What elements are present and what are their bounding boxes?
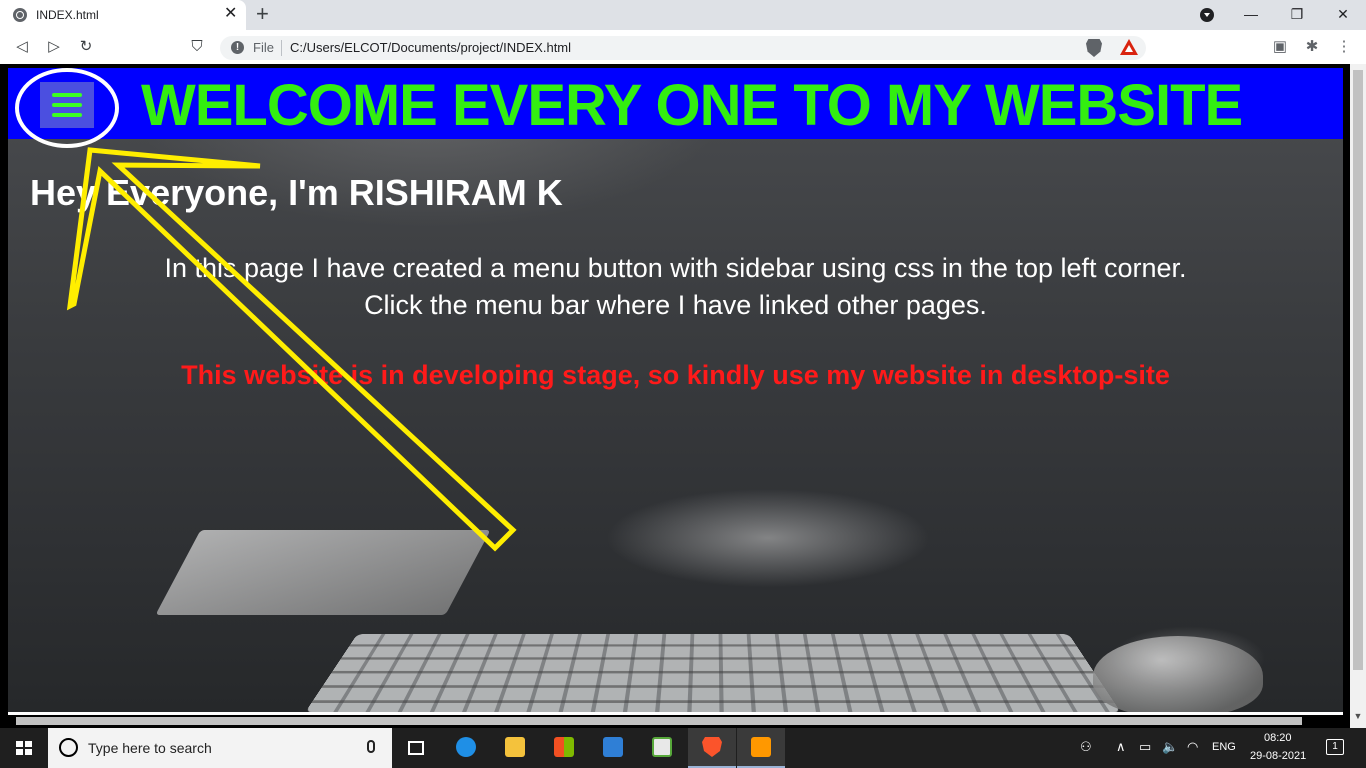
page-viewport: WELCOME EVERY ONE TO MY WEBSITE Hey Ever… xyxy=(0,64,1366,728)
tab-search-icon[interactable] xyxy=(1200,8,1214,22)
intro-text: In this page I have created a menu butto… xyxy=(8,250,1343,324)
cortana-icon xyxy=(59,738,78,757)
minimize-button[interactable]: — xyxy=(1236,4,1266,24)
scrollbar-thumb[interactable] xyxy=(1353,70,1363,670)
extensions-icon[interactable]: ✱ xyxy=(1302,37,1322,57)
hamburger-icon-line xyxy=(52,113,82,117)
windows-logo-icon xyxy=(16,741,32,755)
intro-line-2: Click the menu bar where I have linked o… xyxy=(364,290,987,320)
search-placeholder: Type here to search xyxy=(88,740,212,756)
clock-time[interactable]: 08:20 xyxy=(1264,732,1292,744)
sublime-text-icon xyxy=(751,737,771,757)
address-bar[interactable]: ! File C:/Users/ELCOT/Documents/project/… xyxy=(220,36,1146,60)
task-view-button[interactable] xyxy=(392,728,440,768)
file-label: File xyxy=(253,40,274,55)
people-icon[interactable]: ⚇ xyxy=(1080,739,1092,755)
browser-menu-icon[interactable]: ⋮ xyxy=(1334,37,1354,57)
site-header: WELCOME EVERY ONE TO MY WEBSITE xyxy=(8,68,1343,139)
background-laptop xyxy=(155,530,491,615)
tab-close-icon[interactable]: ✕ xyxy=(224,5,237,23)
site-title: WELCOME EVERY ONE TO MY WEBSITE xyxy=(141,73,1243,138)
start-button[interactable] xyxy=(0,728,48,768)
close-window-button[interactable]: ✕ xyxy=(1328,4,1358,24)
taskbar-mail[interactable] xyxy=(589,728,637,768)
tab-index[interactable]: INDEX.html ✕ xyxy=(0,0,246,30)
page-bottom-border xyxy=(8,712,1343,715)
brave-rewards-icon[interactable] xyxy=(1120,39,1138,55)
url-text[interactable]: C:/Users/ELCOT/Documents/project/INDEX.h… xyxy=(290,40,571,55)
hamburger-icon xyxy=(52,93,82,97)
browser-toolbar: ◁ ▷ ↻ ⛉ ! File C:/Users/ELCOT/Documents/… xyxy=(0,30,1366,64)
restore-button[interactable]: ❐ xyxy=(1282,4,1312,24)
menu-button[interactable] xyxy=(40,82,94,128)
task-view-icon xyxy=(408,741,424,755)
bookmark-icon[interactable]: ⛉ xyxy=(186,36,208,58)
new-tab-button[interactable]: + xyxy=(256,3,269,25)
scroll-down-icon[interactable]: ▼ xyxy=(1350,708,1366,724)
volume-icon[interactable]: 🔈 xyxy=(1162,739,1178,755)
edge-icon xyxy=(456,737,476,757)
battery-icon[interactable]: ▭ xyxy=(1139,739,1151,755)
taskbar-edge[interactable] xyxy=(442,728,490,768)
tab-strip: INDEX.html ✕ + — ❐ ✕ xyxy=(0,0,1366,30)
wifi-icon[interactable]: ◠ xyxy=(1187,739,1198,755)
forward-button[interactable]: ▷ xyxy=(43,36,65,58)
greeting-heading: Hey Everyone, I'm RISHIRAM K xyxy=(30,172,563,213)
taskbar-sublime-text[interactable] xyxy=(737,728,785,768)
wallet-icon[interactable]: ▣ xyxy=(1270,37,1290,57)
back-button[interactable]: ◁ xyxy=(11,36,33,58)
horizontal-scrollbar[interactable] xyxy=(16,717,1302,725)
folder-icon xyxy=(505,737,525,757)
taskbar-app[interactable] xyxy=(638,728,686,768)
background-keyboard-rows xyxy=(305,634,1121,712)
hamburger-icon-line xyxy=(52,103,82,107)
notification-center-icon[interactable]: 1 xyxy=(1326,739,1344,755)
notepad-icon xyxy=(652,737,672,757)
store-icon xyxy=(554,737,574,757)
reload-button[interactable]: ↻ xyxy=(75,36,97,58)
page-content: WELCOME EVERY ONE TO MY WEBSITE Hey Ever… xyxy=(8,68,1343,712)
tab-title: INDEX.html xyxy=(36,8,99,22)
brave-icon xyxy=(702,737,722,757)
warning-text: This website is in developing stage, so … xyxy=(181,360,1170,390)
taskbar-store[interactable] xyxy=(540,728,588,768)
vertical-scrollbar[interactable]: ▼ xyxy=(1350,64,1366,728)
globe-icon xyxy=(13,8,27,22)
mail-icon xyxy=(603,737,623,757)
taskbar-file-explorer[interactable] xyxy=(491,728,539,768)
clock-date[interactable]: 29-08-2021 xyxy=(1250,750,1306,762)
site-info-icon[interactable]: ! xyxy=(231,41,244,54)
windows-taskbar: Type here to search ⚇ ∧ ▭ 🔈 ◠ ENG 08:20 … xyxy=(0,728,1366,768)
microphone-icon[interactable] xyxy=(367,740,375,753)
omnibox-divider xyxy=(281,40,282,56)
chevron-up-icon[interactable]: ∧ xyxy=(1116,739,1126,755)
brave-shields-icon[interactable] xyxy=(1086,39,1102,57)
language-indicator[interactable]: ENG xyxy=(1212,741,1236,753)
taskbar-search[interactable]: Type here to search xyxy=(48,728,392,768)
taskbar-brave[interactable] xyxy=(688,728,736,768)
background-mouse xyxy=(1093,636,1263,712)
intro-line-1: In this page I have created a menu butto… xyxy=(164,253,1187,283)
